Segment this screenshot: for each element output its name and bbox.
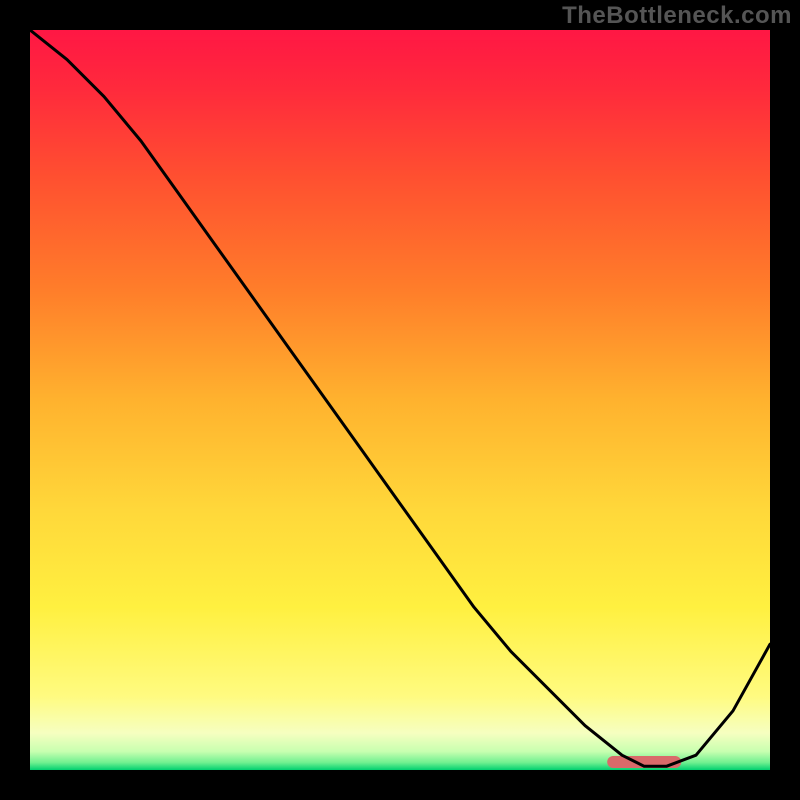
chart-svg [30,30,770,770]
chart-plot-area [30,30,770,770]
chart-frame: TheBottleneck.com [0,0,800,800]
watermark-label: TheBottleneck.com [562,2,792,30]
